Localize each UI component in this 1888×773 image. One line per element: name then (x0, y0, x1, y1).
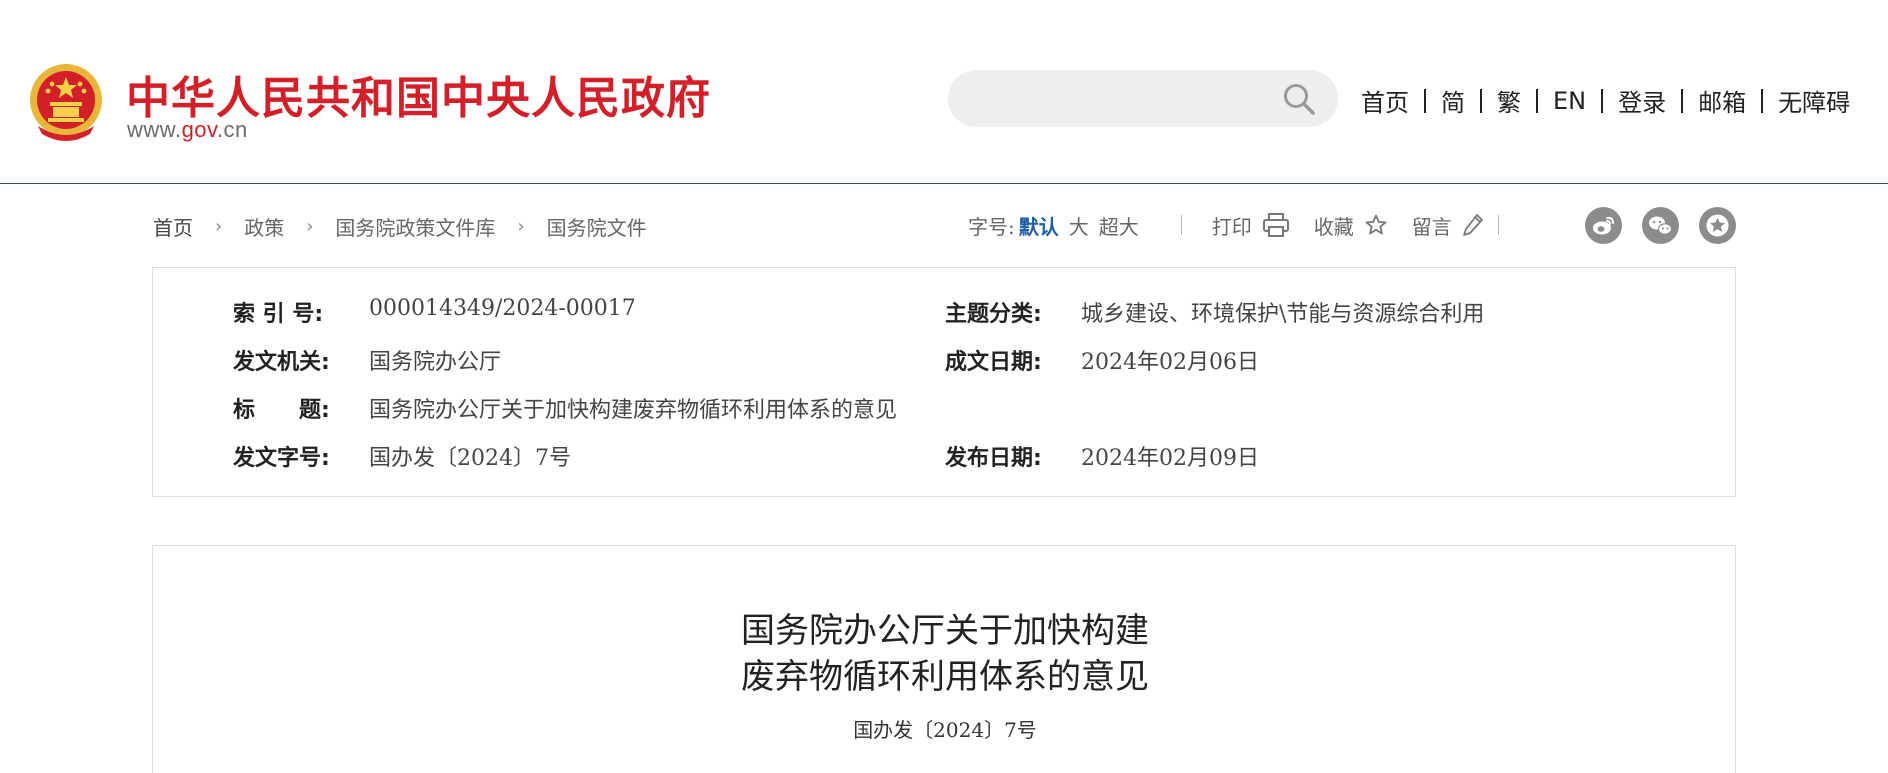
star-icon (1365, 214, 1387, 235)
share-wechat-button[interactable] (1642, 207, 1679, 244)
doc-no-label: 发文字号: (233, 446, 330, 471)
nav-login[interactable]: 登录 (1618, 83, 1666, 118)
index-no-value: 000014349/2024-00017 (369, 296, 636, 321)
nav-traditional[interactable]: 繁 (1497, 83, 1521, 118)
star-share-icon (1706, 214, 1729, 237)
index-no-label: 索 引 号: (233, 302, 324, 327)
chevron-right-icon: › (517, 216, 525, 237)
share-star-button[interactable] (1699, 207, 1736, 244)
chevron-right-icon: › (306, 216, 314, 237)
nav-divider (1761, 88, 1764, 113)
nav-accessibility[interactable]: 无障碍 (1778, 83, 1850, 118)
chevron-right-icon: › (215, 216, 223, 237)
font-size-xlarge[interactable]: 超大 (1099, 211, 1139, 240)
written-date-label: 成文日期: (945, 350, 1042, 375)
print-button[interactable]: 打印 (1212, 211, 1290, 240)
nav-divider (1480, 88, 1482, 113)
share-weibo-button[interactable] (1585, 207, 1622, 244)
issuer-value: 国务院办公厅 (369, 350, 502, 375)
written-date-value: 2024年02月06日 (1081, 350, 1259, 375)
document-title-line-2: 废弃物循环利用体系的意见 (741, 657, 1149, 697)
tools-divider (1497, 215, 1499, 235)
document-number: 国办发〔2024〕7号 (853, 718, 1037, 742)
breadcrumb-policy-library[interactable]: 国务院政策文件库 (335, 212, 495, 241)
document-info-panel: 索 引 号: 000014349/2024-00017 主题分类: 城乡建设、环… (152, 267, 1736, 497)
nav-mail[interactable]: 邮箱 (1698, 83, 1746, 118)
nav-simplified[interactable]: 简 (1441, 83, 1465, 118)
nav-home[interactable]: 首页 (1361, 83, 1409, 118)
issuer-label: 发文机关: (233, 350, 330, 375)
nav-divider (1424, 88, 1426, 113)
font-size-large[interactable]: 大 (1069, 211, 1089, 240)
breadcrumb: 首页 › 政策 › 国务院政策文件库 › 国务院文件 (153, 212, 647, 241)
publish-date-value: 2024年02月09日 (1081, 446, 1259, 471)
document-title-line-1: 国务院办公厅关于加快构建 (741, 611, 1149, 651)
wechat-icon (1649, 216, 1673, 235)
pencil-icon (1462, 214, 1483, 236)
site-header: 中华人民共和国中央人民政府 www.gov.cn 首页 简 繁 EN 登录 邮箱… (0, 0, 1888, 184)
nav-divider (1601, 88, 1604, 113)
weibo-icon (1593, 216, 1614, 235)
search-icon[interactable] (1282, 82, 1316, 116)
publish-date-label: 发布日期: (945, 446, 1042, 471)
national-emblem-icon[interactable] (28, 60, 104, 142)
title-label: 标 题: (233, 398, 330, 423)
printer-icon (1262, 213, 1289, 237)
site-url-suffix: .cn (216, 117, 248, 142)
document-title: 国务院办公厅关于加快构建 废弃物循环利用体系的意见 (153, 608, 1737, 700)
nav-divider (1681, 88, 1684, 113)
search-input[interactable] (970, 82, 1270, 114)
nav-english[interactable]: EN (1553, 87, 1586, 115)
favorite-button[interactable]: 收藏 (1314, 211, 1388, 240)
document-content: 国务院办公厅关于加快构建 废弃物循环利用体系的意见 国办发〔2024〕7号 (152, 545, 1736, 773)
top-nav: 首页 简 繁 EN 登录 邮箱 无障碍 (1361, 83, 1850, 118)
topic-label: 主题分类: (945, 302, 1042, 327)
search-box (948, 70, 1338, 127)
doc-no-value: 国办发〔2024〕7号 (369, 446, 571, 471)
breadcrumb-home[interactable]: 首页 (153, 212, 193, 241)
article-tools: 字号: 默认 大 超大 打印 收藏 留言 (968, 210, 1499, 240)
site-url[interactable]: www.gov.cn (127, 117, 248, 143)
font-size-label: 字号: (968, 214, 1015, 239)
font-size-default[interactable]: 默认 (1019, 211, 1059, 240)
print-label: 打印 (1211, 214, 1252, 239)
nav-divider (1536, 88, 1538, 113)
topic-value: 城乡建设、环境保护\节能与资源综合利用 (1081, 302, 1485, 327)
tools-divider (1180, 215, 1182, 235)
comment-label: 留言 (1411, 214, 1452, 239)
site-url-prefix: www. (127, 117, 182, 142)
site-url-gov: gov (181, 117, 217, 142)
title-value: 国务院办公厅关于加快构建废弃物循环利用体系的意见 (369, 398, 898, 423)
breadcrumb-policy[interactable]: 政策 (244, 212, 284, 241)
favorite-label: 收藏 (1313, 214, 1354, 239)
comment-button[interactable]: 留言 (1412, 211, 1484, 240)
breadcrumb-state-council-docs[interactable]: 国务院文件 (547, 212, 647, 241)
